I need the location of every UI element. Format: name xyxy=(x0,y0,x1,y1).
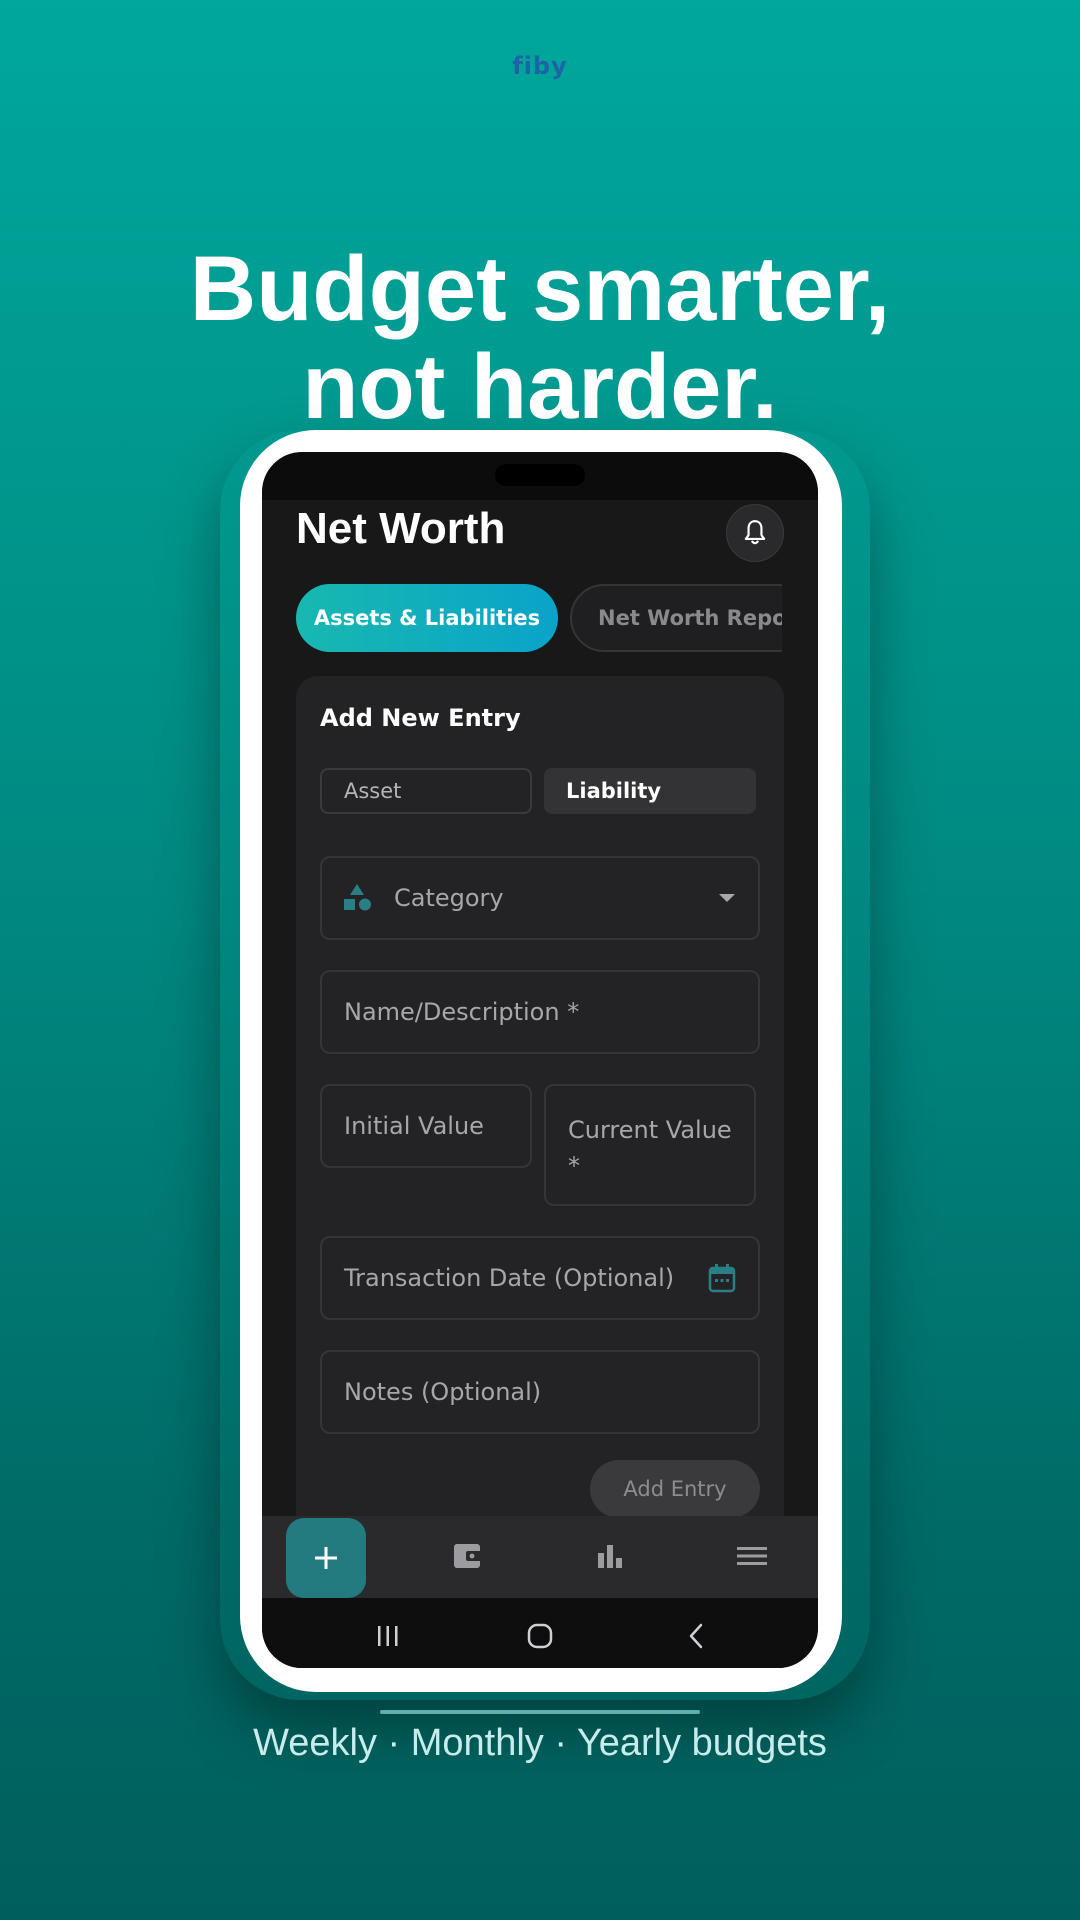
phone-screen: Net Worth Assets & Liabilities Net Worth… xyxy=(262,452,818,1668)
name-placeholder: Name/Description * xyxy=(344,998,580,1026)
chevron-down-icon xyxy=(719,894,735,902)
asset-option[interactable]: Asset xyxy=(320,768,532,814)
current-value-placeholder: Current Value * xyxy=(568,1116,732,1180)
brand-logo: fiby xyxy=(512,52,568,80)
add-entry-button[interactable]: Add Entry xyxy=(590,1460,760,1518)
back-icon xyxy=(689,1623,703,1649)
tagline: Weekly · Monthly · Yearly budgets xyxy=(253,1722,827,1764)
nav-wallet[interactable] xyxy=(448,1536,488,1576)
nav-reports[interactable] xyxy=(590,1536,630,1576)
tab-assets-liabilities[interactable]: Assets & Liabilities xyxy=(296,584,558,652)
home-icon xyxy=(527,1623,553,1649)
transaction-date-field[interactable]: Transaction Date (Optional) xyxy=(320,1236,760,1320)
calendar-icon[interactable] xyxy=(708,1263,736,1293)
initial-value-placeholder: Initial Value xyxy=(344,1112,484,1140)
tab-net-worth-report[interactable]: Net Worth Report xyxy=(570,584,782,652)
bar-chart-icon xyxy=(598,1545,622,1568)
headline: Budget smarter, not harder. xyxy=(0,240,1080,436)
menu-icon xyxy=(737,1547,767,1565)
plus-icon xyxy=(315,1547,337,1569)
divider xyxy=(380,1710,700,1714)
recent-apps-icon xyxy=(378,1626,398,1646)
recent-apps-button[interactable] xyxy=(368,1616,408,1656)
category-select[interactable]: Category xyxy=(320,856,760,940)
liability-option[interactable]: Liability xyxy=(544,768,756,814)
add-fab-button[interactable] xyxy=(286,1518,366,1598)
back-button[interactable] xyxy=(676,1616,716,1656)
card-title: Add New Entry xyxy=(320,704,521,732)
initial-value-field[interactable]: Initial Value xyxy=(320,1084,532,1168)
notes-placeholder: Notes (Optional) xyxy=(344,1378,542,1406)
headline-line-2: not harder. xyxy=(302,336,778,438)
date-placeholder: Transaction Date (Optional) xyxy=(344,1264,675,1292)
current-value-field[interactable]: Current Value * xyxy=(544,1084,756,1206)
shapes-icon xyxy=(344,884,371,911)
name-description-field[interactable]: Name/Description * xyxy=(320,970,760,1054)
notes-field[interactable]: Notes (Optional) xyxy=(320,1350,760,1434)
headline-line-1: Budget smarter, xyxy=(189,238,891,340)
nav-menu[interactable] xyxy=(732,1536,772,1576)
home-button[interactable] xyxy=(520,1616,560,1656)
category-placeholder: Category xyxy=(394,884,504,912)
wallet-icon xyxy=(454,1544,482,1568)
